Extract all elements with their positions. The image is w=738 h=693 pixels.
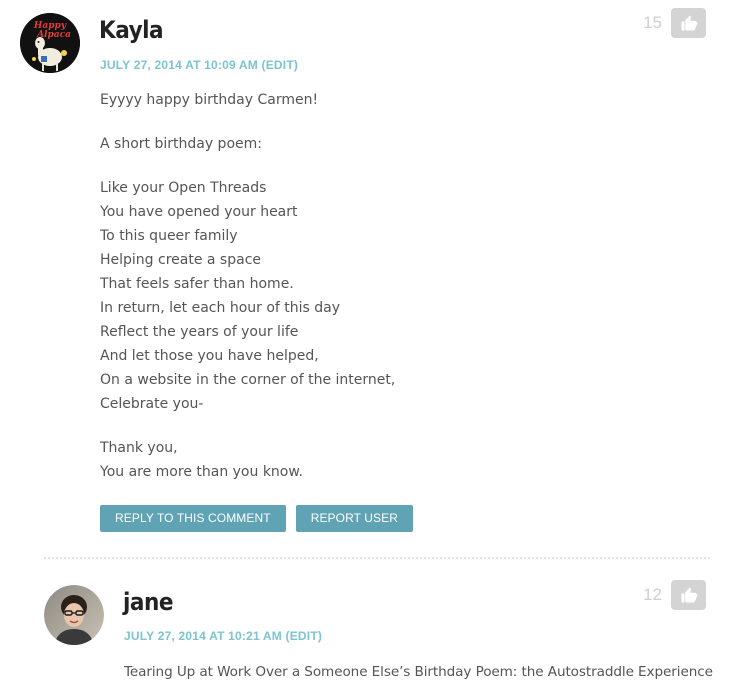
vote-widget: 12 [643, 580, 706, 610]
poem-line: Reflect the years of your life [100, 324, 299, 340]
closing-line: You are more than you know. [100, 464, 303, 480]
comment-paragraph: Eyyyy happy birthday Carmen! [100, 92, 319, 108]
poem-line: On a website in the corner of the intern… [100, 372, 396, 388]
poem-line: To this queer family [100, 228, 238, 244]
comment-kayla: Happy Alpaca Kayla JULY 27, 2014 AT 10:0… [0, 0, 738, 557]
like-button[interactable] [671, 8, 706, 38]
closing-stanza: Thank you, You are more than you know. [100, 436, 395, 484]
poem-line: That feels safer than home. [100, 276, 294, 292]
vote-widget: 15 [643, 8, 706, 38]
poem-line: You have opened your heart [100, 204, 298, 220]
thumbs-up-icon [681, 587, 697, 603]
edit-link[interactable]: (EDIT) [262, 58, 299, 72]
thumbs-up-icon [681, 15, 697, 31]
closing-line: Thank you, [100, 440, 178, 456]
poem-line: Helping create a space [100, 252, 262, 268]
happy-alpaca-avatar-icon: Happy Alpaca [20, 13, 80, 73]
comment-body: Eyyyy happy birthday Carmen! A short bir… [100, 88, 395, 504]
edit-link[interactable]: (EDIT) [286, 629, 323, 643]
comment-actions: REPLY TO THIS COMMENT REPORT USER [100, 505, 414, 532]
comment-paragraph: A short birthday poem: [100, 136, 262, 152]
comment-jane: jane JULY 27, 2014 AT 10:21 AM (EDIT) 12… [0, 560, 738, 693]
comment-timestamp[interactable]: JULY 27, 2014 AT 10:09 AM [100, 58, 258, 72]
avatar[interactable] [44, 585, 104, 645]
author-name[interactable]: Kayla [99, 16, 164, 44]
report-user-button[interactable]: REPORT USER [295, 505, 414, 532]
avatar[interactable]: Happy Alpaca [20, 13, 80, 73]
poem-line: In return, let each hour of this day [100, 300, 341, 316]
like-button[interactable] [671, 580, 706, 610]
vote-count: 12 [643, 585, 662, 604]
comment-divider [44, 557, 710, 559]
comment-date[interactable]: JULY 27, 2014 AT 10:09 AM (EDIT) [100, 58, 298, 72]
reply-button[interactable]: REPLY TO THIS COMMENT [100, 505, 286, 532]
vote-count: 15 [643, 13, 662, 32]
poem-line: And let those you have helped, [100, 348, 319, 364]
author-name[interactable]: jane [123, 588, 173, 616]
comment-timestamp[interactable]: JULY 27, 2014 AT 10:21 AM [124, 629, 282, 643]
comment-paragraph: Tearing Up at Work Over a Someone Else’s… [124, 664, 713, 680]
poem-stanza: Like your Open Threads You have opened y… [100, 176, 395, 416]
poem-line: Like your Open Threads [100, 180, 267, 196]
poem-line: Celebrate you- [100, 396, 204, 412]
user-photo-avatar-icon [44, 585, 104, 645]
comment-date[interactable]: JULY 27, 2014 AT 10:21 AM (EDIT) [124, 629, 322, 643]
comment-body: Tearing Up at Work Over a Someone Else’s… [124, 660, 713, 684]
